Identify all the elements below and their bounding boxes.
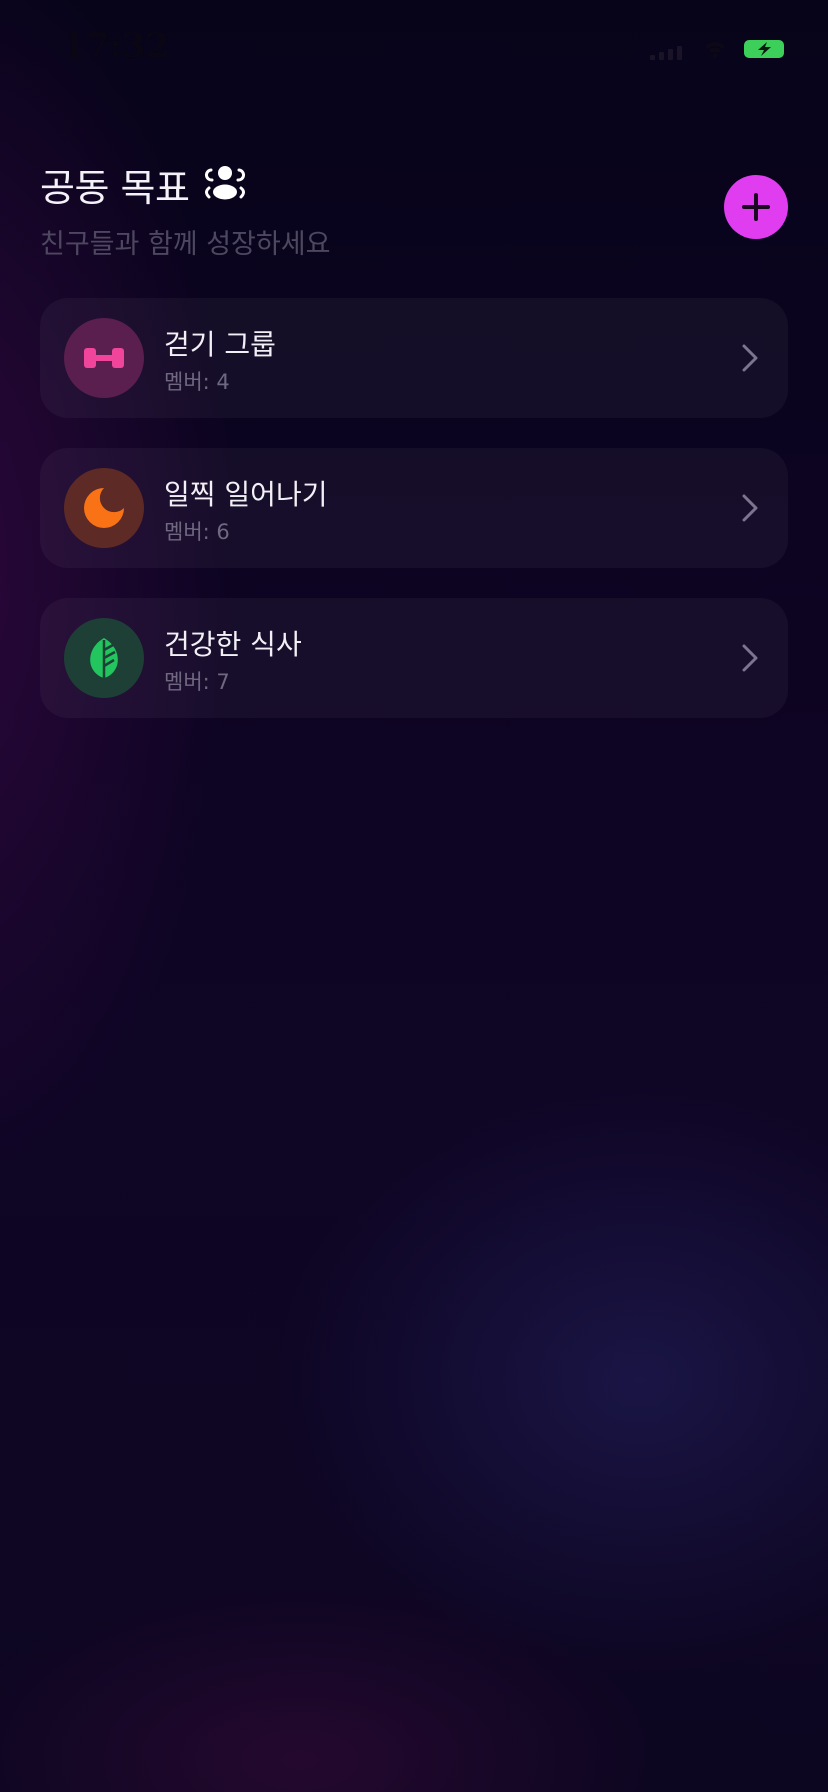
- group-name: 일찍 일어나기: [164, 478, 328, 511]
- chevron-right-icon: [742, 344, 758, 372]
- header: 공동 목표 친구들과 함께 성장하세요: [40, 156, 740, 261]
- page-subtitle: 친구들과 함께 성장하세요: [40, 229, 331, 260]
- cellular-signal-icon: [650, 46, 682, 60]
- group-icon-badge: [64, 618, 144, 698]
- add-goal-button[interactable]: [724, 175, 788, 239]
- group-name: 걷기 그룹: [164, 328, 276, 361]
- group-members: 멤버: 6: [164, 520, 230, 544]
- group-members: 멤버: 4: [164, 370, 230, 394]
- group-name: 건강한 식사: [164, 628, 302, 661]
- group-card-early-rise[interactable]: 일찍 일어나기 멤버: 6: [40, 448, 788, 568]
- moon-icon: [84, 488, 124, 528]
- group-list: 걷기 그룹 멤버: 4 일찍 일어나기 멤버: 6 건강한 식사 멤버: 7: [40, 298, 788, 748]
- dumbbell-icon: [84, 348, 124, 368]
- status-time: 17:32: [62, 26, 170, 66]
- group-members: 멤버: 7: [164, 670, 230, 694]
- plus-icon: [742, 193, 770, 221]
- chevron-right-icon: [742, 644, 758, 672]
- title-row: 공동 목표: [40, 156, 740, 212]
- page-title: 공동 목표: [40, 165, 190, 210]
- group-card-walking[interactable]: 걷기 그룹 멤버: 4: [40, 298, 788, 418]
- group-card-healthy-eating[interactable]: 건강한 식사 멤버: 7: [40, 598, 788, 718]
- chevron-right-icon: [742, 494, 758, 522]
- status-bar: 17:32: [0, 0, 828, 100]
- wifi-icon: [705, 42, 725, 58]
- group-icon-badge: [64, 468, 144, 548]
- group-icon-badge: [64, 318, 144, 398]
- battery-icon: [744, 40, 784, 58]
- people-icon: [205, 166, 246, 200]
- leaf-icon: [90, 638, 118, 678]
